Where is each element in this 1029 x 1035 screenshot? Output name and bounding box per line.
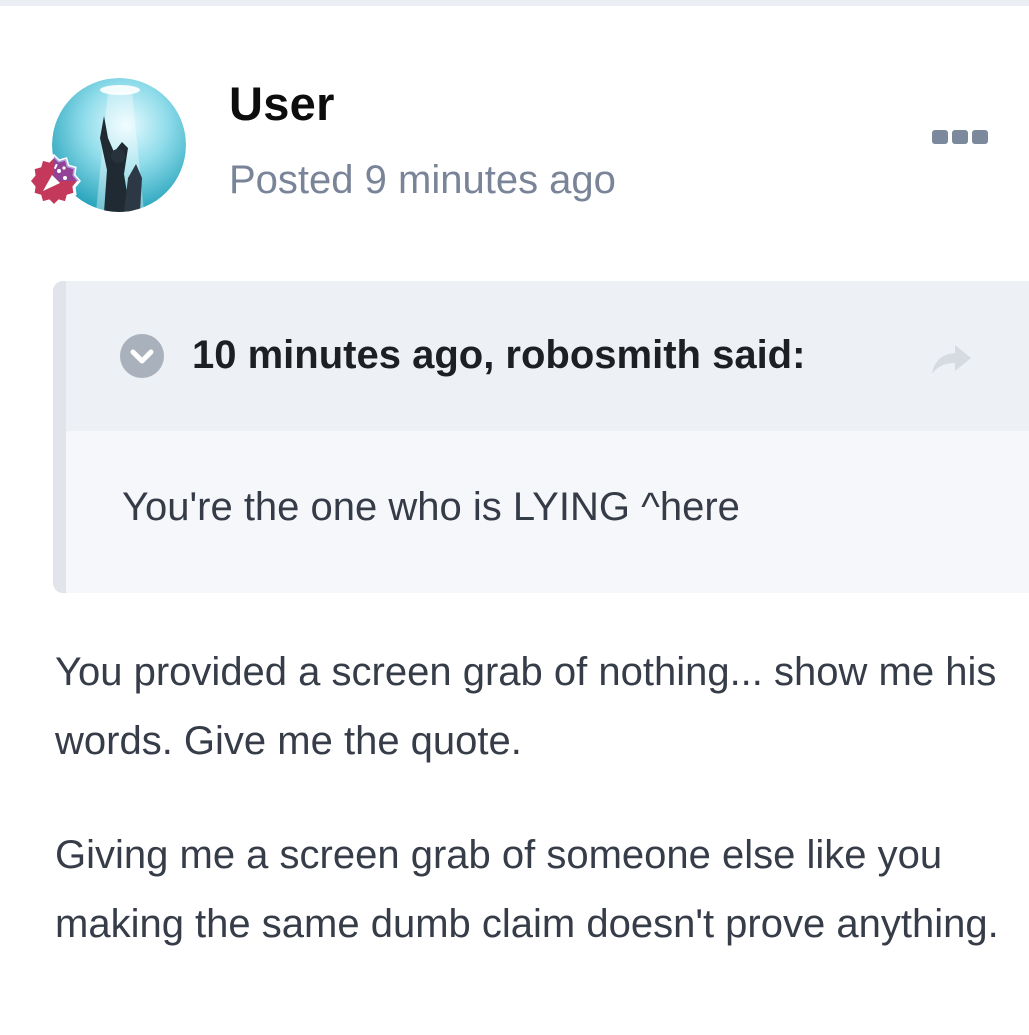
quote-accent-bar bbox=[53, 281, 66, 593]
top-divider bbox=[0, 0, 1029, 6]
quote-citation[interactable]: 10 minutes ago, robosmith said: bbox=[192, 333, 805, 378]
chevron-down-icon[interactable] bbox=[120, 334, 164, 378]
share-arrow-icon[interactable] bbox=[929, 341, 973, 377]
dot bbox=[952, 130, 968, 144]
dot bbox=[972, 130, 988, 144]
dot bbox=[932, 130, 948, 144]
post-author-name[interactable]: User bbox=[229, 76, 335, 131]
author-avatar[interactable] bbox=[27, 78, 186, 212]
post-paragraph: Giving me a screen grab of someone else … bbox=[55, 833, 999, 946]
post-timestamp[interactable]: Posted 9 minutes ago bbox=[229, 158, 616, 203]
quote-block: 10 minutes ago, robosmith said: You're t… bbox=[53, 281, 1029, 593]
more-options-icon[interactable] bbox=[932, 130, 990, 150]
confetti-badge-icon bbox=[27, 153, 81, 209]
quoted-text: You're the one who is LYING ^here bbox=[122, 485, 740, 529]
post-paragraph: You provided a screen grab of nothing...… bbox=[55, 650, 997, 763]
